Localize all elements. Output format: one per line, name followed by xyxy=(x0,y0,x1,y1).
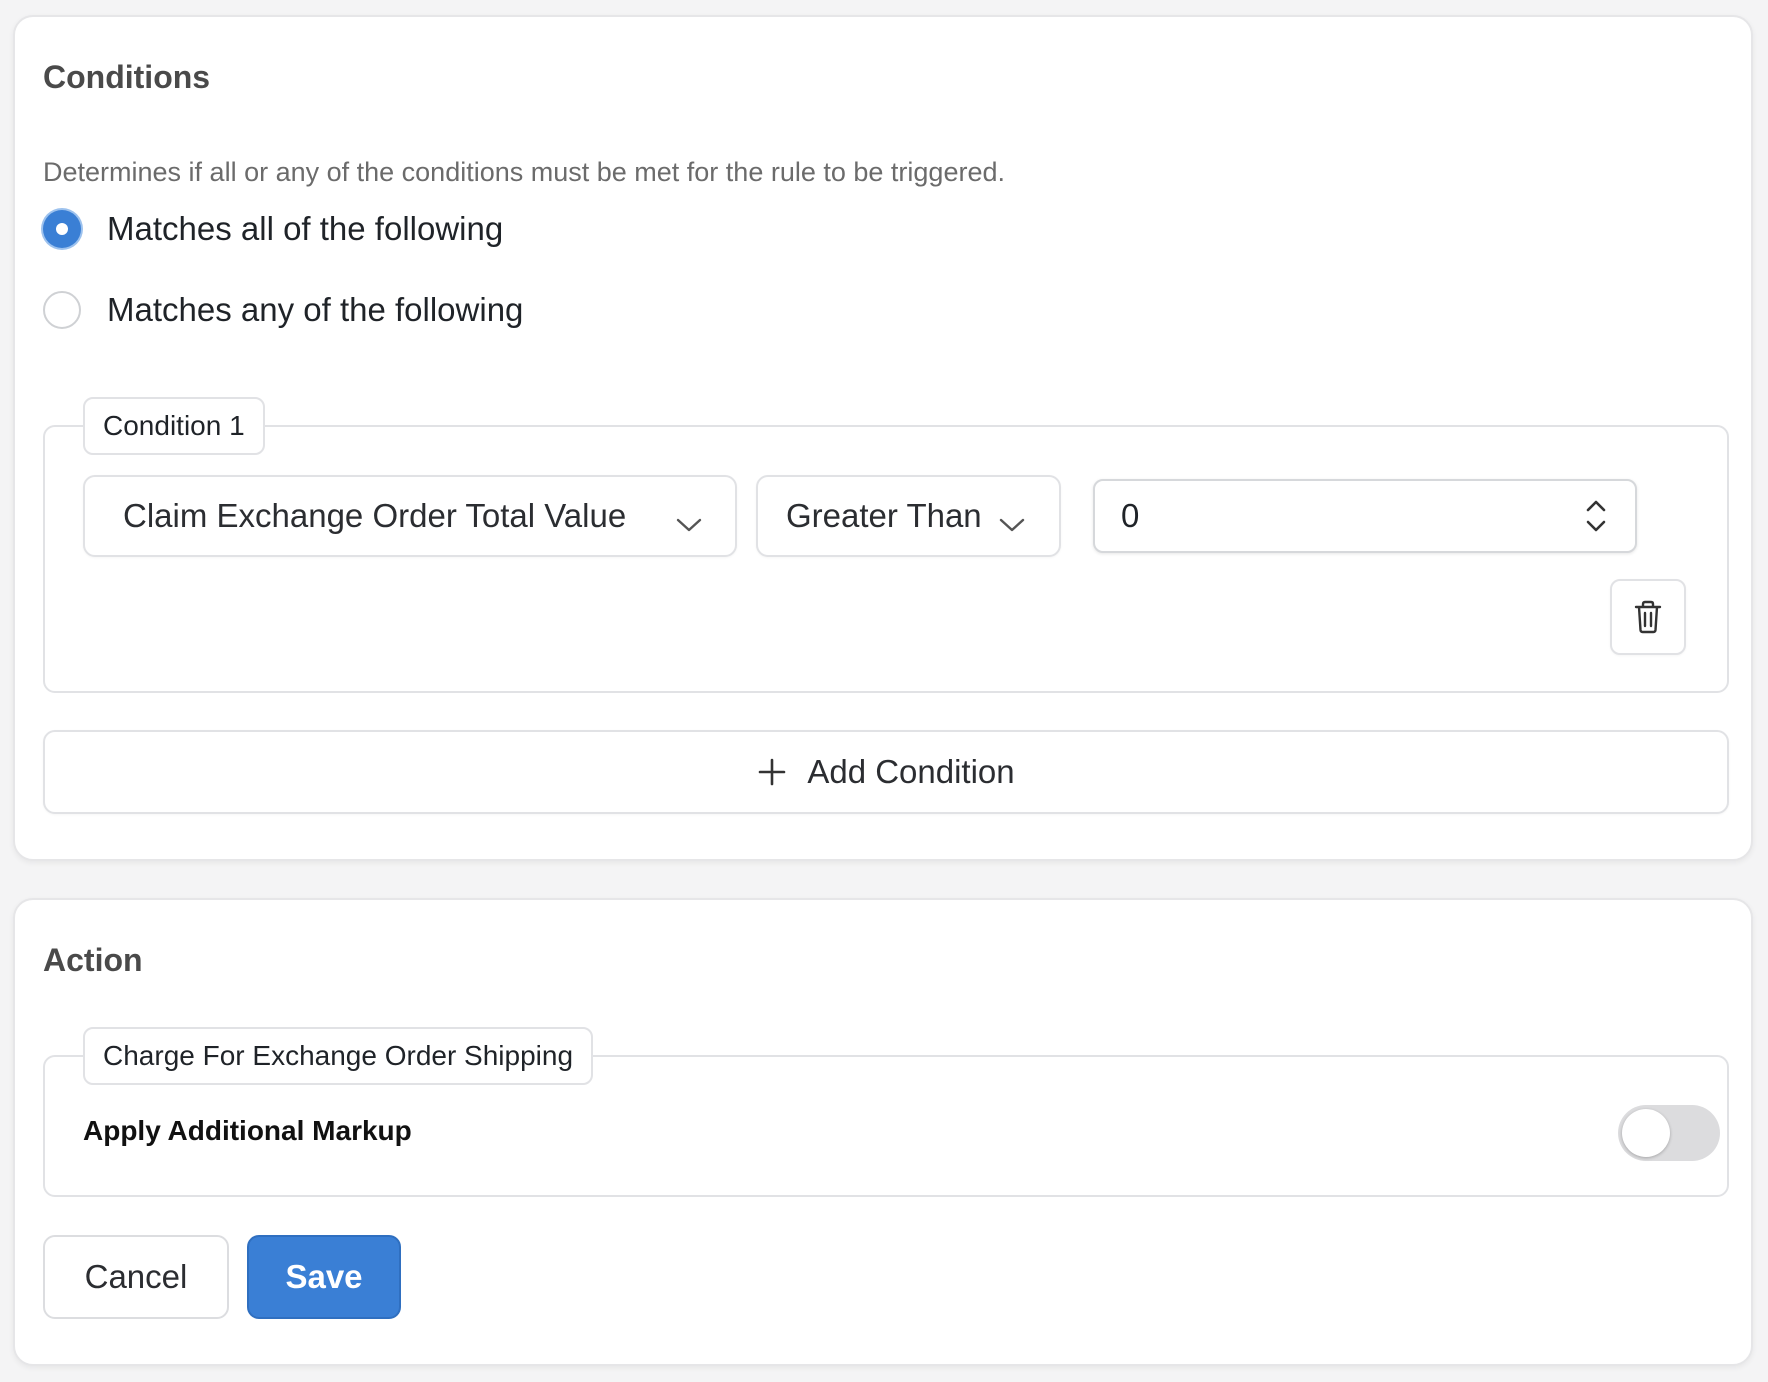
conditions-card: Conditions Determines if all or any of t… xyxy=(13,15,1753,861)
toggle-knob xyxy=(1622,1109,1670,1157)
condition-value-input[interactable]: 0 xyxy=(1093,479,1637,553)
match-all-option[interactable]: Matches all of the following xyxy=(43,210,503,248)
add-condition-button[interactable]: Add Condition xyxy=(43,730,1729,814)
markup-label: Apply Additional Markup xyxy=(83,1115,412,1146)
condition-1-legend: Condition 1 xyxy=(83,397,265,455)
match-any-label: Matches any of the following xyxy=(107,291,524,328)
plus-icon xyxy=(757,757,787,787)
match-all-label: Matches all of the following xyxy=(107,210,504,247)
action-legend: Charge For Exchange Order Shipping xyxy=(83,1027,594,1085)
match-any-radio[interactable] xyxy=(43,291,81,329)
condition-value-text: 0 xyxy=(1121,497,1140,534)
add-condition-label: Add Condition xyxy=(807,753,1015,790)
condition-1-group: Condition 1 Claim Exchange Order Total V… xyxy=(43,397,1729,693)
action-group: Charge For Exchange Order Shipping Apply… xyxy=(43,1027,1729,1197)
up-down-stepper-icon[interactable] xyxy=(1583,495,1609,537)
trash-icon xyxy=(1633,600,1663,634)
condition-field-select[interactable]: Claim Exchange Order Total Value xyxy=(83,475,737,557)
save-button[interactable]: Save xyxy=(247,1235,401,1319)
delete-condition-button[interactable] xyxy=(1610,579,1686,655)
match-all-radio[interactable] xyxy=(43,210,81,248)
match-any-option[interactable]: Matches any of the following xyxy=(43,291,523,329)
condition-operator-value: Greater Than xyxy=(786,497,982,534)
chevron-down-icon xyxy=(675,505,703,543)
action-title: Action xyxy=(43,942,143,978)
cancel-button[interactable]: Cancel xyxy=(43,1235,229,1319)
action-card: Action Charge For Exchange Order Shippin… xyxy=(13,898,1753,1366)
conditions-title: Conditions xyxy=(43,59,211,95)
condition-operator-select[interactable]: Greater Than xyxy=(756,475,1061,557)
chevron-down-icon xyxy=(998,505,1026,543)
condition-field-value: Claim Exchange Order Total Value xyxy=(123,497,627,534)
conditions-description: Determines if all or any of the conditio… xyxy=(43,157,1005,187)
markup-toggle[interactable] xyxy=(1618,1105,1720,1161)
